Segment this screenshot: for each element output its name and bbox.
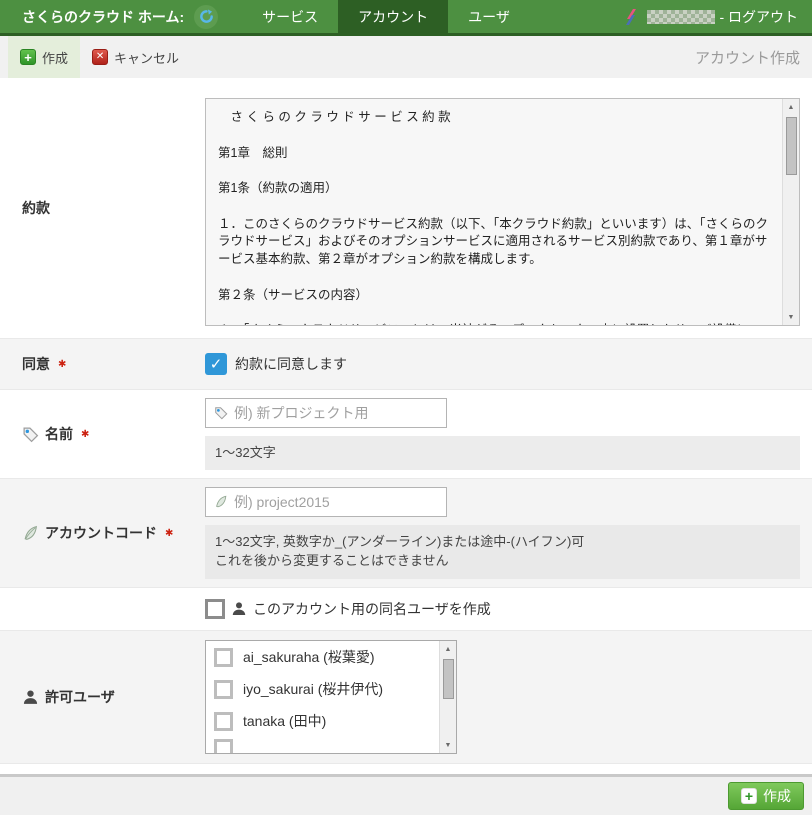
tab-アカウント[interactable]: アカウント (338, 0, 448, 33)
terms-label: 約款 (22, 198, 50, 218)
user-checkbox[interactable] (214, 712, 233, 731)
scroll-down-icon[interactable]: ▼ (440, 737, 457, 753)
username-redacted (647, 10, 715, 24)
logout-link[interactable]: - ログアウト (719, 7, 798, 27)
sakura-logo-icon (623, 7, 641, 27)
app-title: さくらのクラウド ホーム: (0, 7, 184, 27)
toolbar-cancel-button[interactable]: ✕ キャンセル (80, 36, 191, 78)
footer-bar: + 作成 (0, 774, 812, 815)
user-label: tanaka (田中) (243, 711, 326, 731)
list-item[interactable]: iyo_sakurai (桜井伊代) (206, 673, 456, 705)
refresh-icon (199, 9, 214, 24)
tab-サービス[interactable]: サービス (242, 0, 338, 33)
terms-scrollbar[interactable]: ▲ ▼ (782, 99, 799, 325)
agree-row: 同意 ✱ ✓ 約款に同意します (0, 338, 812, 390)
user-checkbox[interactable] (214, 739, 233, 754)
account-code-hint-line1: 1～32文字, 英数字か_(アンダーライン)または途中-(ハイフン)可 (215, 533, 790, 552)
account-code-input[interactable]: 例) project2015 (205, 487, 447, 517)
quill-icon (214, 495, 228, 509)
agree-checkbox-label: 約款に同意します (235, 354, 347, 374)
list-item[interactable]: tanaka (田中) (206, 705, 456, 737)
plus-icon: + (20, 49, 36, 65)
terms-scroll-thumb[interactable] (786, 117, 797, 175)
allowed-users-label: 許可ユーザ (45, 687, 115, 707)
user-checkbox[interactable] (214, 680, 233, 699)
name-label: 名前 (45, 424, 73, 444)
header: さくらのクラウド ホーム: サービスアカウントユーザ - ログアウト (0, 0, 812, 36)
list-item-partial[interactable] (206, 737, 456, 754)
terms-row: 約款 さ く ら の ク ラ ウ ド サ ー ビ ス 約 款 第1章 総則 第1… (0, 78, 812, 338)
terms-textarea[interactable]: さ く ら の ク ラ ウ ド サ ー ビ ス 約 款 第1章 総則 第1条（約… (205, 98, 800, 326)
account-code-hint: 1～32文字, 英数字か_(アンダーライン)または途中-(ハイフン)可 これを後… (205, 525, 800, 579)
toolbar-create-label: 作成 (42, 48, 68, 67)
list-item[interactable]: ai_sakuraha (桜葉愛) (206, 641, 456, 673)
plus-icon: + (741, 788, 757, 804)
nav-tabs: サービスアカウントユーザ (242, 0, 530, 33)
name-input[interactable]: 例) 新プロジェクト用 (205, 398, 447, 428)
same-user-checkbox-label: このアカウント用の同名ユーザを作成 (253, 599, 491, 619)
user-checkbox[interactable] (214, 648, 233, 667)
user-label: ai_sakuraha (桜葉愛) (243, 647, 375, 667)
name-hint: 1～32文字 (205, 436, 800, 471)
close-icon: ✕ (92, 49, 108, 65)
name-placeholder: 例) 新プロジェクト用 (234, 403, 369, 423)
terms-label-col: 約款 (0, 78, 205, 338)
required-asterisk: ✱ (165, 528, 173, 539)
page-title: アカウント作成 (695, 36, 812, 78)
agree-label: 同意 (22, 354, 50, 374)
scroll-up-icon[interactable]: ▲ (783, 99, 800, 115)
same-user-checkbox[interactable] (205, 599, 225, 619)
terms-text: さ く ら の ク ラ ウ ド サ ー ビ ス 約 款 第1章 総則 第1条（約… (206, 99, 799, 326)
required-asterisk: ✱ (81, 429, 89, 440)
account-code-row: アカウントコード ✱ 例) project2015 1～32文字, 英数字か_(ア… (0, 478, 812, 588)
footer-create-button[interactable]: + 作成 (728, 782, 804, 810)
toolbar-cancel-label: キャンセル (114, 48, 179, 67)
toolbar: + 作成 ✕ キャンセル アカウント作成 (0, 36, 812, 78)
listbox-scroll-thumb[interactable] (443, 659, 454, 699)
tag-icon (22, 426, 39, 443)
refresh-button[interactable] (194, 5, 218, 29)
user-label: iyo_sakurai (桜井伊代) (243, 679, 383, 699)
toolbar-create-button[interactable]: + 作成 (8, 36, 80, 78)
user-icon (22, 689, 39, 706)
required-asterisk: ✱ (58, 359, 66, 370)
tab-ユーザ[interactable]: ユーザ (448, 0, 530, 33)
listbox-scrollbar[interactable]: ▲ ▼ (439, 641, 456, 753)
footer-create-label: 作成 (763, 786, 791, 806)
quill-icon (22, 525, 39, 542)
account-code-hint-line2: これを後から変更することはできません (215, 552, 790, 571)
account-code-placeholder: 例) project2015 (234, 492, 330, 512)
scroll-up-icon[interactable]: ▲ (440, 641, 457, 657)
scroll-down-icon[interactable]: ▼ (783, 309, 800, 325)
name-row: 名前 ✱ 例) 新プロジェクト用 1～32文字 (0, 390, 812, 478)
allowed-users-list: ai_sakuraha (桜葉愛) iyo_sakurai (桜井伊代) tanak… (206, 641, 456, 737)
agree-checkbox[interactable]: ✓ (205, 353, 227, 375)
allowed-users-row: 許可ユーザ ai_sakuraha (桜葉愛) iyo_sakurai (桜井伊代… (0, 630, 812, 764)
user-icon (231, 601, 247, 617)
account-code-label: アカウントコード (45, 523, 157, 543)
allowed-users-listbox[interactable]: ai_sakuraha (桜葉愛) iyo_sakurai (桜井伊代) tanak… (205, 640, 457, 754)
tag-icon (214, 406, 228, 420)
same-user-row: このアカウント用の同名ユーザを作成 (0, 588, 812, 630)
